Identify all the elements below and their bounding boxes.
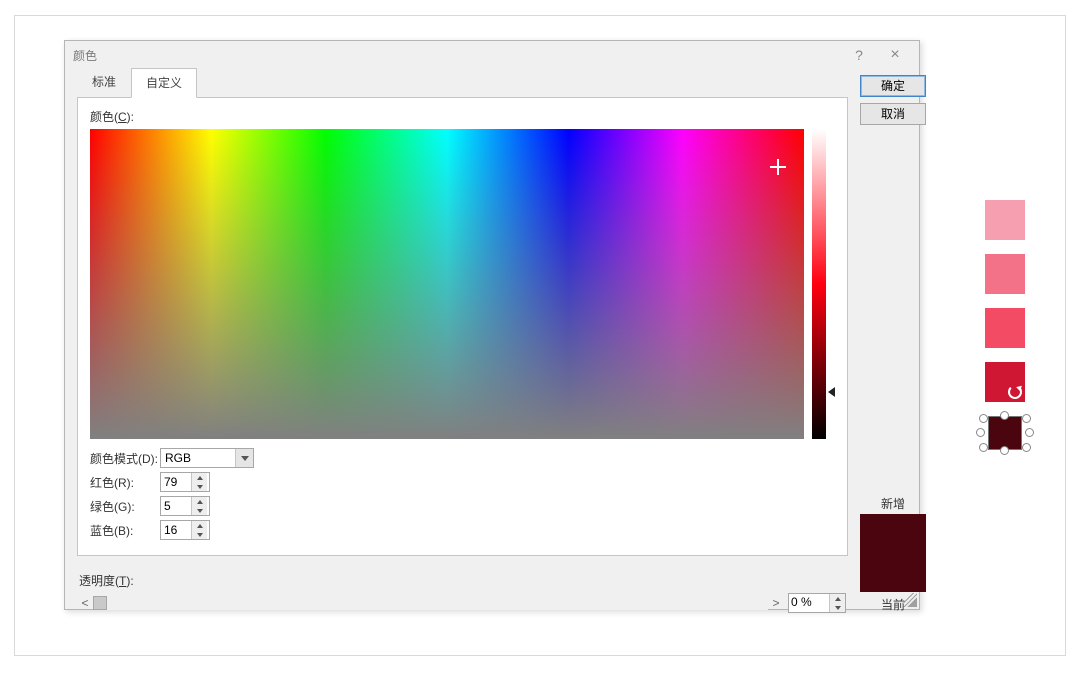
preview-swatch (860, 514, 926, 592)
swatch-column (965, 200, 1045, 450)
color-mode-select[interactable]: RGB (160, 448, 254, 468)
resize-grip-icon[interactable] (903, 593, 917, 607)
refresh-icon (1008, 385, 1022, 399)
swatch-2[interactable] (985, 254, 1025, 294)
blue-field[interactable] (161, 521, 191, 539)
red-spin-up[interactable] (192, 473, 207, 482)
swatch-3[interactable] (985, 308, 1025, 348)
handle-icon[interactable] (1022, 414, 1031, 423)
close-button[interactable]: × (877, 43, 913, 67)
transparency-input[interactable]: 0 % (788, 593, 846, 613)
titlebar[interactable]: 颜色 ? × (65, 41, 919, 69)
handle-icon[interactable] (976, 428, 985, 437)
trans-spin-up[interactable] (830, 594, 845, 603)
luminance-slider[interactable] (812, 129, 826, 439)
luminance-arrow-icon (828, 387, 835, 397)
right-pane: 确定 取消 新增 当前 (860, 69, 936, 623)
cancel-button[interactable]: 取消 (860, 103, 926, 125)
blue-label: 蓝色(B): (90, 522, 160, 539)
handle-icon[interactable] (1000, 411, 1009, 420)
custom-panel: 颜色(C): 颜色模式(D): RGB 红色(R): (77, 98, 848, 556)
hue-sat-picker[interactable] (90, 129, 804, 439)
tablist: 标准 自定义 (77, 67, 848, 98)
green-label: 绿色(G): (90, 498, 160, 515)
red-field[interactable] (161, 473, 191, 491)
transparency-slider[interactable]: < > (79, 596, 782, 610)
color-field-label: 颜色(C): (90, 108, 835, 125)
handle-icon[interactable] (1022, 443, 1031, 452)
chevron-right-icon[interactable]: > (770, 596, 782, 610)
green-input[interactable] (160, 496, 210, 516)
green-field[interactable] (161, 497, 191, 515)
swatch-4[interactable] (985, 362, 1025, 402)
transparency-label: 透明度(T): (79, 572, 846, 589)
chevron-left-icon[interactable]: < (79, 596, 91, 610)
handle-icon[interactable] (1025, 428, 1034, 437)
trans-spin-down[interactable] (830, 603, 845, 612)
red-label: 红色(R): (90, 474, 160, 491)
green-spin-up[interactable] (192, 497, 207, 506)
blue-spin-up[interactable] (192, 521, 207, 530)
chevron-down-icon (235, 449, 253, 467)
red-input[interactable] (160, 472, 210, 492)
new-label: 新增 (860, 495, 926, 512)
transparency-thumb[interactable] (93, 596, 107, 610)
dialog-title: 颜色 (73, 47, 841, 64)
help-button[interactable]: ? (841, 43, 877, 67)
handle-icon[interactable] (979, 414, 988, 423)
selected-swatch[interactable] (981, 416, 1029, 450)
red-spin-down[interactable] (192, 482, 207, 491)
tab-custom[interactable]: 自定义 (131, 68, 197, 98)
color-dialog: 颜色 ? × 标准 自定义 颜色(C): 颜色模式(D): RGB (64, 40, 920, 610)
mode-label: 颜色模式(D): (90, 450, 160, 467)
green-spin-down[interactable] (192, 506, 207, 515)
swatch-1[interactable] (985, 200, 1025, 240)
tab-standard[interactable]: 标准 (77, 67, 131, 97)
handle-icon[interactable] (1000, 446, 1009, 455)
blue-spin-down[interactable] (192, 530, 207, 539)
ok-button[interactable]: 确定 (860, 75, 926, 97)
picker-crosshair-icon (770, 159, 786, 175)
handle-icon[interactable] (979, 443, 988, 452)
left-pane: 标准 自定义 颜色(C): 颜色模式(D): RGB 红色(R): (65, 69, 860, 623)
blue-input[interactable] (160, 520, 210, 540)
